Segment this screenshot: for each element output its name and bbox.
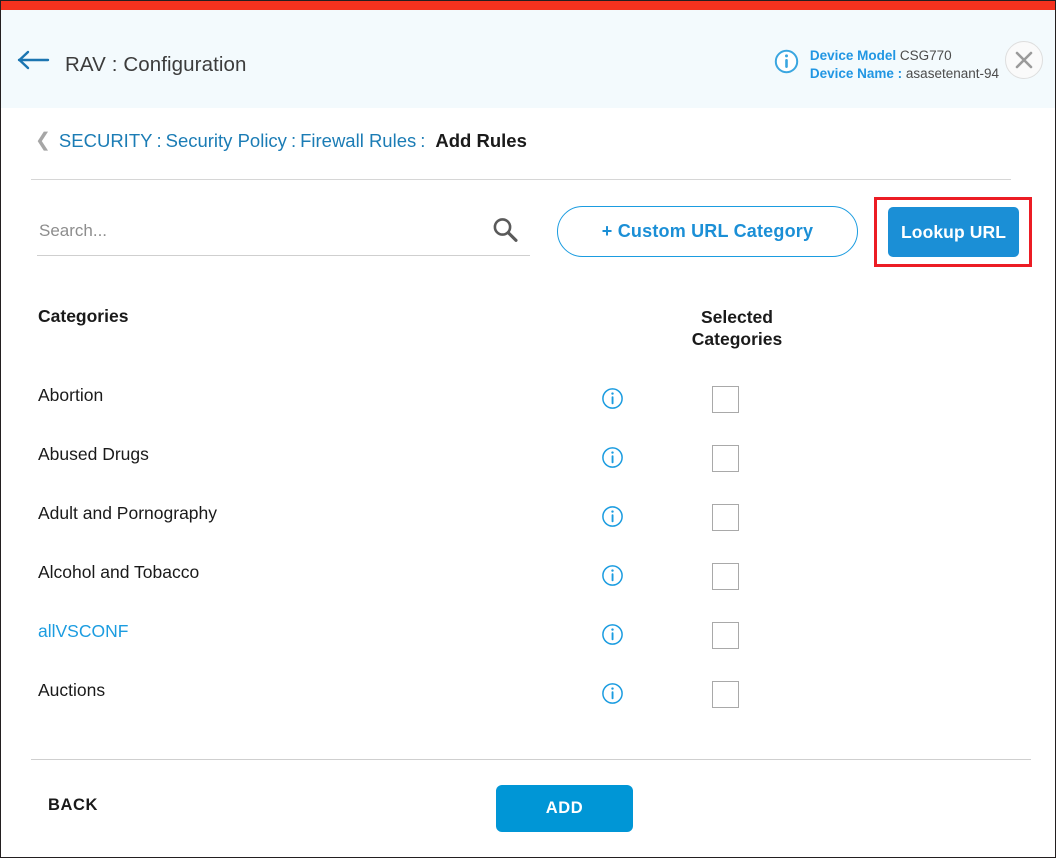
category-name: Alcohol and Tobacco xyxy=(38,562,200,582)
search-icon[interactable] xyxy=(490,215,520,250)
device-name-value: asasetenant-94 xyxy=(905,66,999,81)
add-button[interactable]: ADD xyxy=(496,785,633,832)
close-icon xyxy=(1006,42,1042,78)
breadcrumb-item-add-rules: Add Rules xyxy=(435,130,527,151)
column-header-selected-line2: Categories xyxy=(691,329,783,349)
table-row: Adult and Pornography xyxy=(1,491,1055,550)
info-circle-icon[interactable] xyxy=(601,682,624,710)
table-row: Abused Drugs xyxy=(1,432,1055,491)
info-circle-icon[interactable] xyxy=(601,387,624,415)
table-row: allVSCONF xyxy=(1,609,1055,668)
column-header-selected-line1: Selected xyxy=(701,307,773,327)
breadcrumb: ❮ SECURITY : Security Policy : Firewall … xyxy=(35,130,527,152)
category-name: Abortion xyxy=(38,385,104,405)
back-button[interactable]: BACK xyxy=(48,796,98,815)
category-checkbox[interactable] xyxy=(712,622,739,649)
table-row: Alcohol and Tobacco xyxy=(1,550,1055,609)
top-accent-bar xyxy=(1,1,1055,10)
info-circle-icon[interactable] xyxy=(601,623,624,651)
breadcrumb-divider xyxy=(31,179,1011,180)
device-model-label: Device Model xyxy=(809,48,897,63)
info-circle-icon[interactable] xyxy=(601,564,624,592)
breadcrumb-separator: : xyxy=(156,130,162,151)
category-name[interactable]: allVSCONF xyxy=(38,621,128,642)
add-custom-url-category-button[interactable]: + Custom URL Category xyxy=(557,206,858,257)
footer-divider xyxy=(31,759,1031,760)
breadcrumb-item-security[interactable]: SECURITY xyxy=(59,130,153,152)
category-checkbox[interactable] xyxy=(712,504,739,531)
category-checkbox[interactable] xyxy=(712,386,739,413)
breadcrumb-separator: : xyxy=(290,130,297,151)
category-name: Adult and Pornography xyxy=(38,503,218,523)
column-header-selected-categories: Selected Categories xyxy=(653,306,821,350)
arrow-left-icon[interactable] xyxy=(17,48,51,72)
category-checkbox[interactable] xyxy=(712,563,739,590)
chevron-left-icon[interactable]: ❮ xyxy=(35,131,51,150)
device-model-line: Device Model CSG770 xyxy=(810,47,999,65)
column-header-categories: Categories xyxy=(38,306,129,326)
category-checkbox[interactable] xyxy=(712,681,739,708)
table-row: Auctions xyxy=(1,668,1055,727)
breadcrumb-item-security-policy[interactable]: Security Policy xyxy=(166,130,287,152)
info-circle-icon xyxy=(774,49,799,79)
search-input[interactable] xyxy=(37,214,481,248)
device-model-value: CSG770 xyxy=(899,48,952,63)
device-name-line: Device Name : asasetenant-94 xyxy=(810,65,999,83)
close-button[interactable] xyxy=(1005,41,1043,79)
breadcrumb-item-firewall-rules[interactable]: Firewall Rules xyxy=(300,130,416,152)
device-info: Device Model CSG770 Device Name : asaset… xyxy=(774,47,999,83)
info-circle-icon[interactable] xyxy=(601,505,624,533)
device-name-label: Device Name : xyxy=(809,66,903,81)
category-name: Abused Drugs xyxy=(38,444,149,464)
search-field xyxy=(37,206,530,256)
category-checkbox[interactable] xyxy=(712,445,739,472)
categories-list: Abortion Abused Drugs Adult and Pornograph… xyxy=(1,373,1055,727)
category-name: Auctions xyxy=(38,680,106,700)
lookup-url-button[interactable]: Lookup URL xyxy=(888,207,1019,257)
configuration-dialog: RAV : Configuration Device Model CSG770 … xyxy=(0,0,1056,858)
dialog-header: RAV : Configuration Device Model CSG770 … xyxy=(1,10,1055,108)
page-title: RAV : Configuration xyxy=(65,53,247,76)
breadcrumb-separator: : xyxy=(420,130,426,151)
info-circle-icon[interactable] xyxy=(601,446,624,474)
table-row: Abortion xyxy=(1,373,1055,432)
